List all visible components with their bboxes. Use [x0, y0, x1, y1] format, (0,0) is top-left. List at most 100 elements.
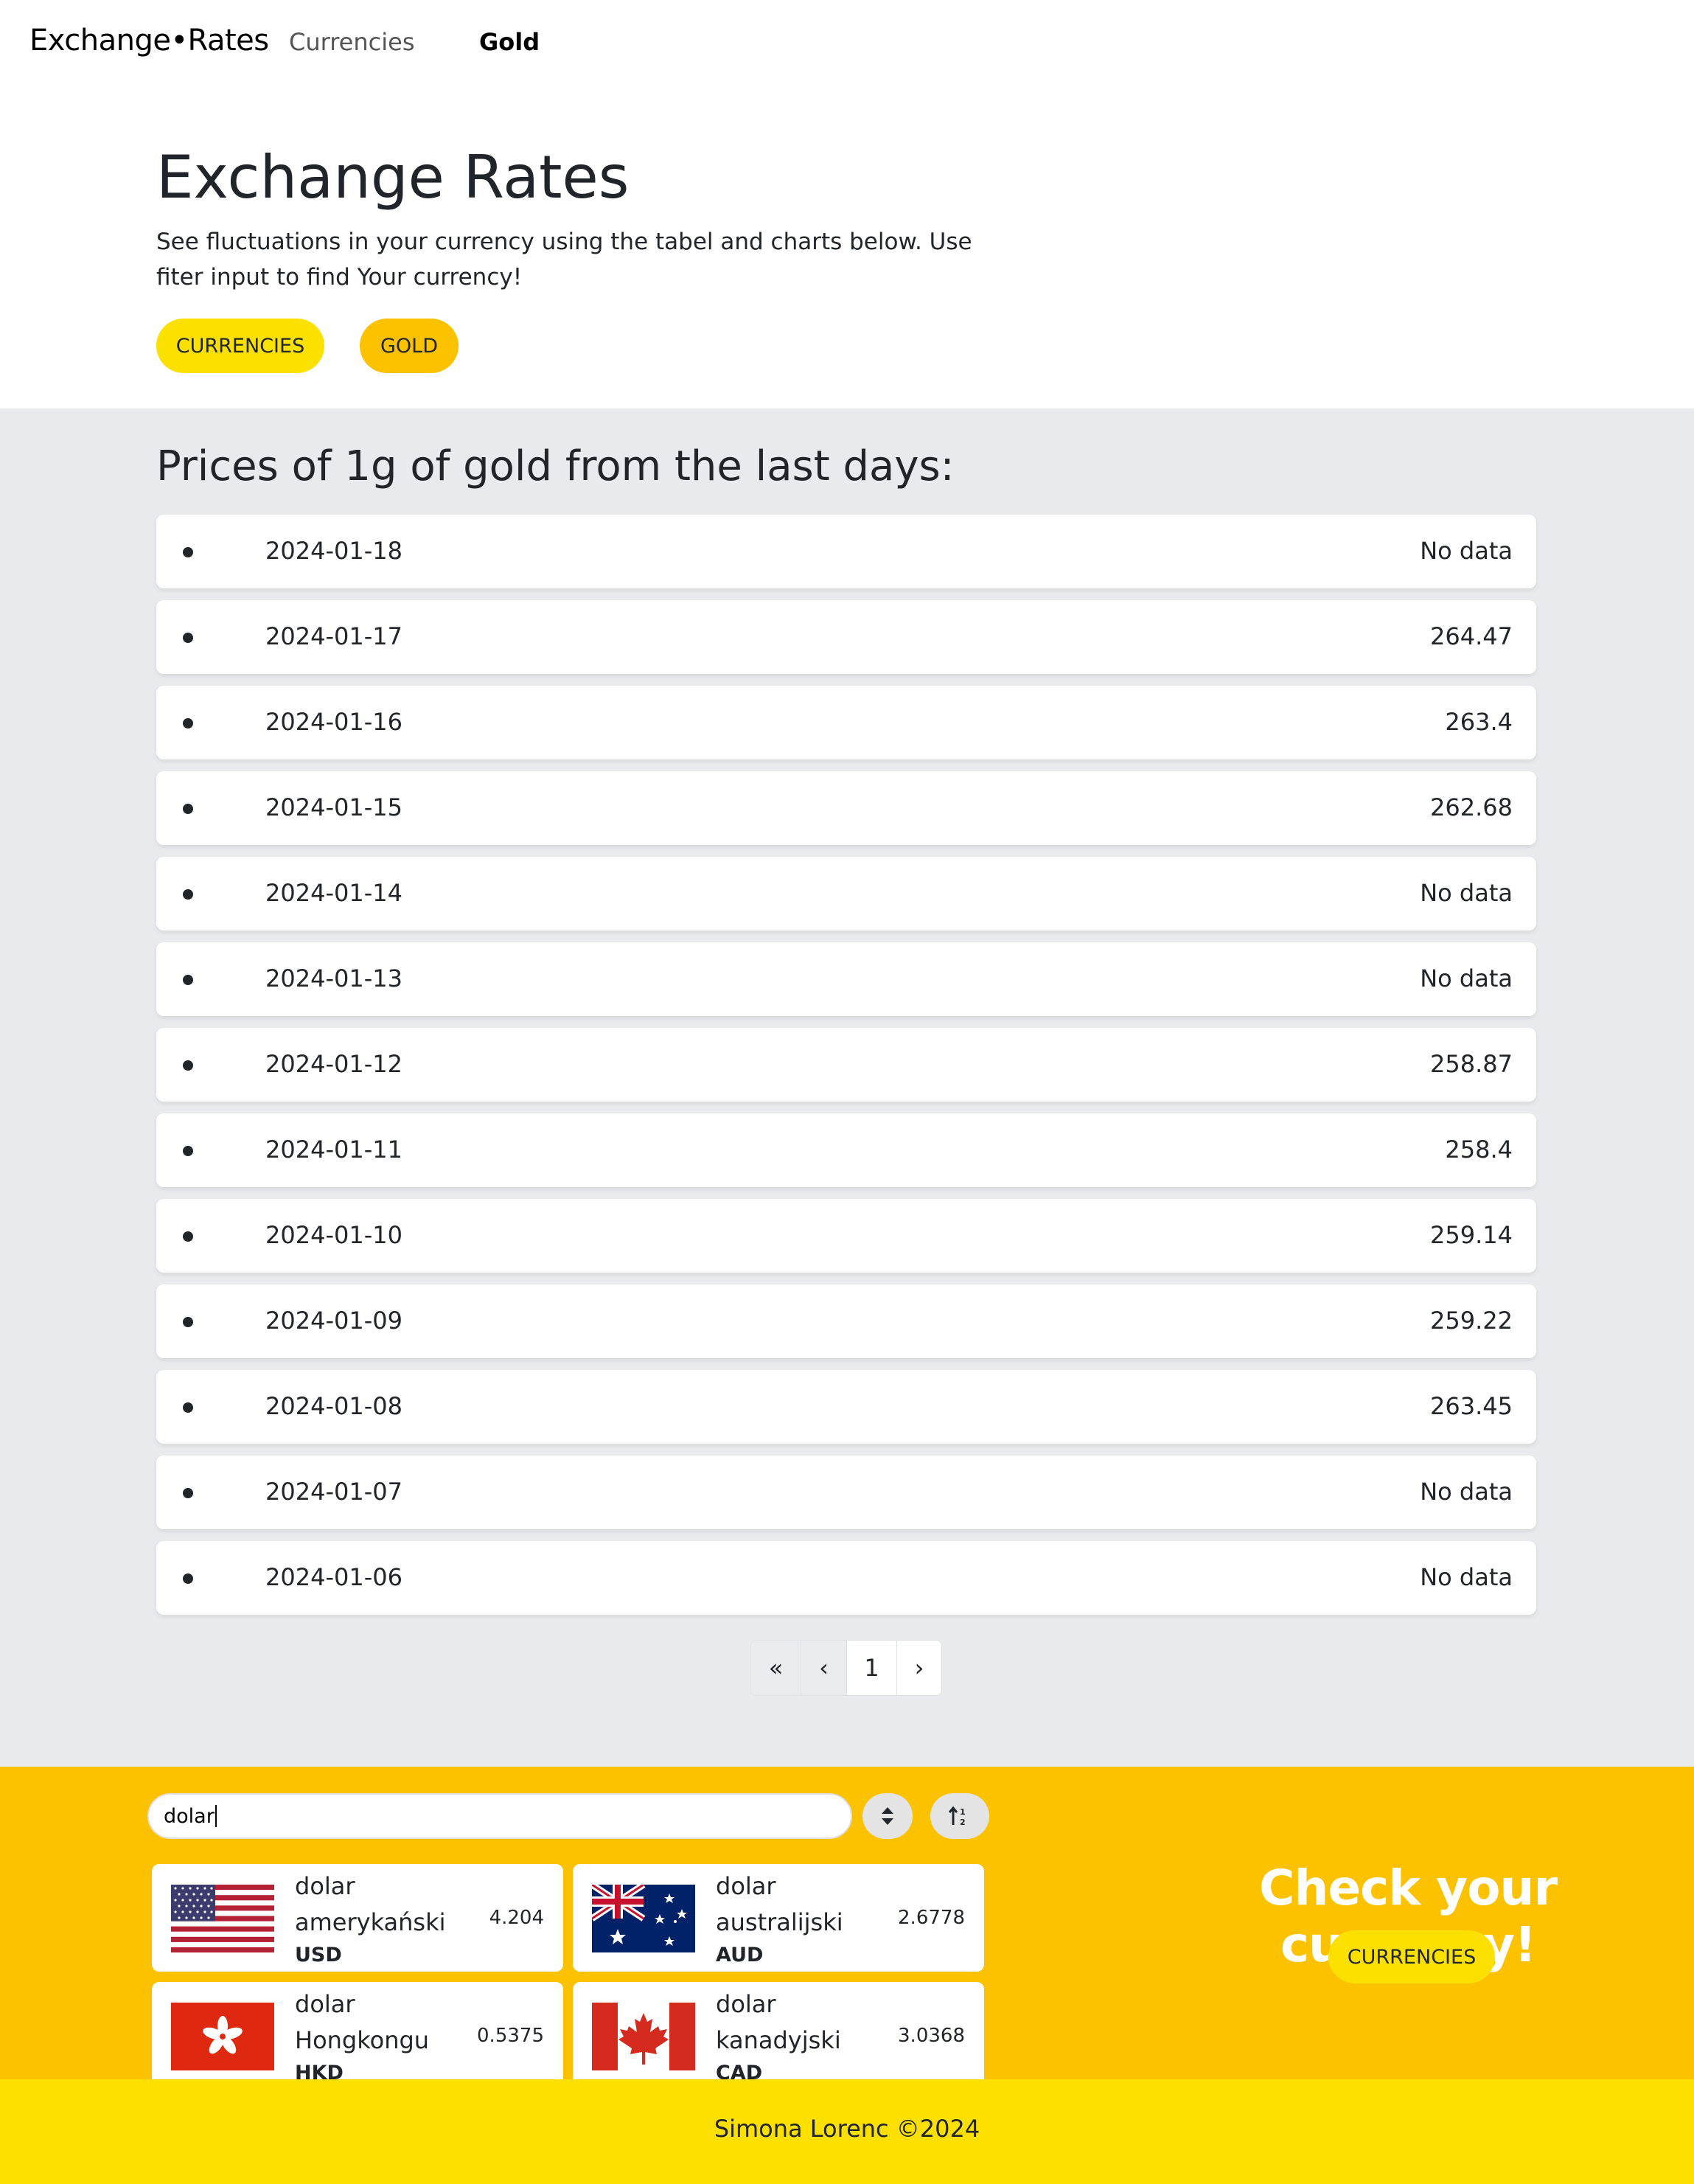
list-item: 2024-01-12 258.87: [156, 1028, 1536, 1102]
currency-code: AUD: [716, 1944, 764, 1966]
currency-code: CAD: [716, 2062, 763, 2079]
list-item: 2024-01-13 No data: [156, 942, 1536, 1016]
gold-price: 258.4: [1445, 1136, 1513, 1164]
currency-name: dolar australijski: [716, 1872, 843, 1936]
currency-name: dolar Hongkongu: [295, 1990, 430, 2054]
first-page-button[interactable]: «: [751, 1641, 801, 1695]
list-item: 2024-01-10 259.14: [156, 1199, 1536, 1273]
gold-price: 259.14: [1430, 1221, 1513, 1249]
currency-card-aud[interactable]: dolar australijski AUD 2.6778: [573, 1864, 984, 1972]
currency-rate: 3.0368: [898, 2025, 965, 2047]
gold-price: 263.45: [1430, 1392, 1513, 1420]
bullet-icon: [183, 975, 193, 985]
gold-date: 2024-01-12: [265, 1050, 402, 1078]
pagination: « ‹ 1 ›: [750, 1640, 942, 1696]
bullet-icon: [183, 889, 193, 900]
currency-rate: 2.6778: [898, 1907, 965, 1929]
bullet-icon: [183, 547, 193, 557]
list-item: 2024-01-14 No data: [156, 857, 1536, 931]
currency-section: dolar 1 2 dolar amerykański USD 4.204 do…: [0, 1767, 1694, 2079]
gold-prices-section: Prices of 1g of gold from the last days:…: [0, 408, 1694, 1767]
next-page-button[interactable]: ›: [897, 1641, 941, 1695]
bullet-icon: [183, 1060, 193, 1071]
footer: Simona Lorenc ©2024: [0, 2079, 1694, 2184]
list-item: 2024-01-09 259.22: [156, 1284, 1536, 1358]
gold-button[interactable]: GOLD: [360, 319, 459, 373]
bullet-icon: [183, 804, 193, 814]
hk-flag-icon: [171, 2003, 274, 2070]
gold-date: 2024-01-09: [265, 1307, 402, 1335]
gold-date: 2024-01-06: [265, 1563, 402, 1591]
currency-card-cad[interactable]: dolar kanadyjski CAD 3.0368: [573, 1982, 984, 2079]
list-item: 2024-01-07 No data: [156, 1456, 1536, 1529]
gold-date: 2024-01-08: [265, 1392, 402, 1420]
sort-up-down-icon[interactable]: [862, 1793, 913, 1839]
hero-section: Exchange Rates See fluctuations in your …: [0, 84, 1694, 408]
sort-numeric-icon-glyph: 1 2: [948, 1806, 966, 1826]
currency-card-hkd[interactable]: dolar Hongkongu HKD 0.5375: [152, 1982, 563, 2079]
gold-price: 262.68: [1430, 793, 1513, 821]
us-flag-icon: [171, 1885, 274, 1952]
gold-price: 264.47: [1430, 622, 1513, 650]
gold-date: 2024-01-17: [265, 622, 402, 650]
gold-date: 2024-01-14: [265, 879, 402, 907]
nav-link-gold[interactable]: Gold: [479, 28, 540, 56]
list-item: 2024-01-11 258.4: [156, 1113, 1536, 1187]
gold-price: No data: [1420, 1563, 1513, 1591]
currency-card-usd[interactable]: dolar amerykański USD 4.204: [152, 1864, 563, 1972]
bullet-icon: [183, 1488, 193, 1498]
list-item: 2024-01-08 263.45: [156, 1370, 1536, 1444]
list-item: 2024-01-15 262.68: [156, 771, 1536, 845]
list-item: 2024-01-18 No data: [156, 515, 1536, 588]
page-number-button[interactable]: 1: [847, 1641, 897, 1695]
bullet-icon: [183, 1573, 193, 1584]
gold-date: 2024-01-10: [265, 1221, 402, 1249]
bullet-icon: [183, 1402, 193, 1413]
currencies-button[interactable]: CURRENCIES: [156, 319, 324, 373]
prev-page-button[interactable]: ‹: [801, 1641, 847, 1695]
nav-link-currencies[interactable]: Currencies: [289, 28, 414, 56]
gold-price: 263.4: [1445, 708, 1513, 736]
search-input-value: dolar: [164, 1804, 215, 1828]
gold-date: 2024-01-16: [265, 708, 402, 736]
list-item: 2024-01-17 264.47: [156, 600, 1536, 674]
gold-price: No data: [1420, 1478, 1513, 1506]
text-caret: [215, 1805, 217, 1827]
currency-search-input[interactable]: dolar: [147, 1793, 852, 1839]
bullet-icon: [183, 1146, 193, 1156]
list-item: 2024-01-06 No data: [156, 1541, 1536, 1615]
bullet-icon: [183, 1317, 193, 1327]
gold-price: 258.87: [1430, 1050, 1513, 1078]
gold-price-list: 2024-01-18 No data 2024-01-17 264.47 2024-…: [156, 515, 1536, 1627]
gold-date: 2024-01-11: [265, 1136, 402, 1164]
gold-price: No data: [1420, 537, 1513, 565]
svg-text:1: 1: [960, 1807, 966, 1817]
au-flag-icon: [592, 1885, 695, 1952]
gold-date: 2024-01-15: [265, 793, 402, 821]
page-title: Exchange Rates: [156, 143, 630, 212]
currency-rate: 0.5375: [477, 2025, 544, 2047]
ca-flag-icon: [592, 2003, 695, 2070]
sort-up-down-icon-glyph: [882, 1807, 893, 1825]
navbar: Exchange•Rates Currencies Gold: [0, 0, 1694, 84]
bullet-icon: [183, 718, 193, 728]
brand-logo[interactable]: Exchange•Rates: [29, 24, 269, 58]
hero-description: See fluctuations in your currency using …: [156, 229, 972, 291]
gold-date: 2024-01-18: [265, 537, 402, 565]
bullet-icon: [183, 1231, 193, 1242]
currency-code: HKD: [295, 2062, 344, 2079]
currency-code: USD: [295, 1944, 342, 1966]
footer-copyright: Simona Lorenc ©2024: [714, 2115, 980, 2143]
currency-name: dolar kanadyjski: [716, 1990, 841, 2054]
gold-date: 2024-01-07: [265, 1478, 402, 1506]
currency-name: dolar amerykański: [295, 1872, 446, 1936]
gold-price: No data: [1420, 964, 1513, 992]
sort-numeric-icon[interactable]: 1 2: [930, 1793, 989, 1839]
svg-text:2: 2: [960, 1818, 966, 1826]
list-item: 2024-01-16 263.4: [156, 686, 1536, 759]
check-currencies-button[interactable]: CURRENCIES: [1328, 1930, 1495, 1983]
gold-date: 2024-01-13: [265, 964, 402, 992]
gold-section-title: Prices of 1g of gold from the last days:: [156, 442, 955, 490]
gold-price: 259.22: [1430, 1307, 1513, 1335]
bullet-icon: [183, 633, 193, 643]
